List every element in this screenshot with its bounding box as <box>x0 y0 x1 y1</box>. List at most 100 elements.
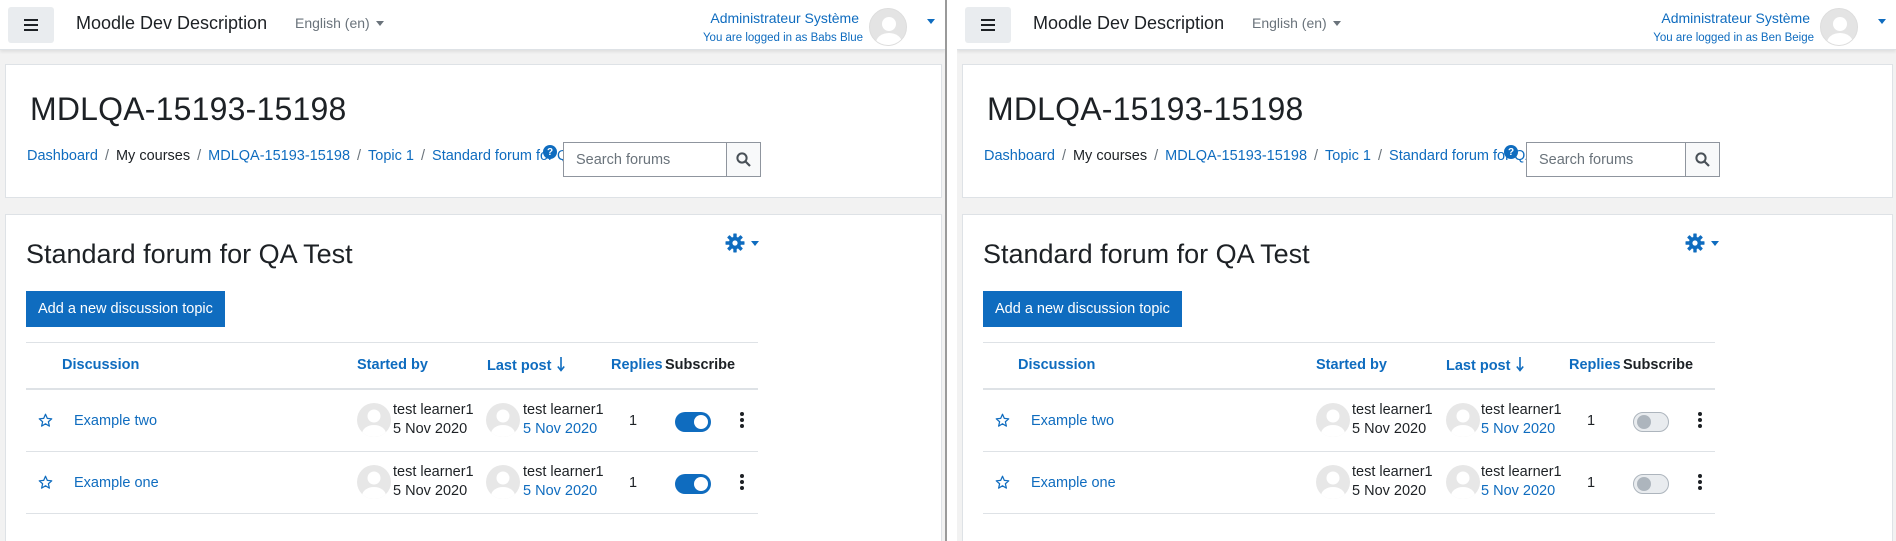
language-label: English (en) <box>295 15 370 31</box>
search-button[interactable] <box>726 142 761 177</box>
replies-count[interactable]: 1 <box>629 413 637 429</box>
breadcrumb-item[interactable]: Topic 1 <box>368 148 414 164</box>
breadcrumb: Dashboard / My courses / MDLQA-15193-15198 / T… <box>27 148 607 164</box>
breadcrumb-item[interactable]: MDLQA-15193-15198 <box>208 148 350 164</box>
chevron-down-icon <box>1878 19 1886 24</box>
subscribe-toggle[interactable] <box>1633 412 1669 432</box>
last-post-name: test learner1 <box>1481 464 1562 480</box>
avatar <box>1446 403 1480 437</box>
more-actions-icon[interactable] <box>1697 474 1703 492</box>
column-header-started-by[interactable]: Started by <box>1316 357 1387 373</box>
column-header-last-post[interactable]: Last post <box>1446 357 1525 374</box>
add-discussion-button[interactable]: Add a new discussion topic <box>26 291 225 327</box>
page-title: MDLQA-15193-15198 <box>30 91 347 127</box>
toggle-knob <box>1637 415 1651 429</box>
replies-count[interactable]: 1 <box>1587 413 1595 429</box>
add-discussion-button[interactable]: Add a new discussion topic <box>983 291 1182 327</box>
user-menu[interactable]: Administrateur Système You are logged in… <box>1626 5 1886 46</box>
page-header: MDLQA-15193-15198 Dashboard / My courses / M… <box>5 64 942 198</box>
search-button[interactable] <box>1685 142 1720 177</box>
subscribe-toggle[interactable] <box>1633 474 1669 494</box>
subscribe-toggle[interactable] <box>675 412 711 432</box>
column-header-replies[interactable]: Replies <box>611 357 663 373</box>
help-icon[interactable]: ? <box>1504 145 1518 159</box>
site-name[interactable]: Moodle Dev Description <box>76 13 267 34</box>
avatar <box>486 403 520 437</box>
more-actions-icon[interactable] <box>739 474 745 492</box>
breadcrumb-separator: / <box>357 148 362 164</box>
more-actions-icon[interactable] <box>739 412 745 430</box>
breadcrumb-item[interactable]: Dashboard <box>984 148 1055 164</box>
forum-actions-menu[interactable] <box>725 233 759 253</box>
discussion-link[interactable]: Example two <box>74 413 157 429</box>
logged-in-as-text: You are logged in as Ben Beige <box>1653 32 1814 44</box>
toggle-knob <box>694 415 708 429</box>
user-silhouette-icon <box>1827 17 1853 45</box>
started-by-date: 5 Nov 2020 <box>1352 483 1427 499</box>
forum-title: Standard forum for QA Test <box>26 239 353 269</box>
user-silhouette-icon <box>1451 409 1475 437</box>
star-icon[interactable] <box>38 413 53 433</box>
language-label: English (en) <box>1252 15 1327 31</box>
site-name[interactable]: Moodle Dev Description <box>1033 13 1224 34</box>
breadcrumb-separator: / <box>1378 148 1383 164</box>
search-input[interactable] <box>563 142 726 177</box>
user-silhouette-icon <box>491 409 515 437</box>
menu-toggle-button[interactable] <box>8 7 54 43</box>
table-row: Example one test learner1 5 Nov 2020 test l… <box>26 453 758 514</box>
forum-content: Standard forum for QA Test Add a new dis… <box>962 214 1893 541</box>
column-header-last-post[interactable]: Last post <box>487 357 566 374</box>
pane-divider <box>945 0 957 541</box>
user-name: Administrateur Système <box>710 10 859 26</box>
logged-in-as-text: You are logged in as Babs Blue <box>702 32 863 44</box>
star-icon[interactable] <box>995 475 1010 495</box>
forum-title: Standard forum for QA Test <box>983 239 1310 269</box>
last-post-date-link[interactable]: 5 Nov 2020 <box>523 483 597 499</box>
last-post-date-link[interactable]: 5 Nov 2020 <box>523 421 597 437</box>
forum-content: Standard forum for QA Test Add a new dis… <box>5 214 942 541</box>
started-by-name: test learner1 <box>393 402 474 418</box>
avatar <box>357 403 391 437</box>
last-post-label: Last post <box>1446 358 1511 374</box>
last-post-date-link[interactable]: 5 Nov 2020 <box>1481 483 1555 499</box>
subscribe-toggle[interactable] <box>675 474 711 494</box>
user-menu[interactable]: Administrateur Système You are logged in… <box>675 5 935 46</box>
last-post-date-link[interactable]: 5 Nov 2020 <box>1481 421 1555 437</box>
discussion-link[interactable]: Example two <box>1031 413 1114 429</box>
started-by-name: test learner1 <box>1352 402 1433 418</box>
column-header-discussion[interactable]: Discussion <box>1018 357 1095 373</box>
breadcrumb-separator: / <box>1314 148 1319 164</box>
star-icon[interactable] <box>995 413 1010 433</box>
forum-actions-menu[interactable] <box>1685 233 1719 253</box>
breadcrumb-item[interactable]: Topic 1 <box>1325 148 1371 164</box>
breadcrumb-item[interactable]: Dashboard <box>27 148 98 164</box>
hamburger-icon <box>24 19 38 31</box>
replies-count[interactable]: 1 <box>629 475 637 491</box>
breadcrumb-item[interactable]: MDLQA-15193-15198 <box>1165 148 1307 164</box>
discussion-link[interactable]: Example one <box>74 475 159 491</box>
user-silhouette-icon <box>362 409 386 437</box>
user-avatar <box>869 8 907 46</box>
star-icon[interactable] <box>38 475 53 495</box>
menu-toggle-button[interactable] <box>965 7 1011 43</box>
replies-count[interactable]: 1 <box>1587 475 1595 491</box>
language-menu[interactable]: English (en) <box>295 15 384 31</box>
last-post-label: Last post <box>487 358 552 374</box>
started-by-date: 5 Nov 2020 <box>393 483 468 499</box>
breadcrumb-separator: / <box>1154 148 1159 164</box>
column-header-subscribe: Subscribe <box>665 357 736 373</box>
forum-search <box>1526 142 1720 177</box>
more-actions-icon[interactable] <box>1697 412 1703 430</box>
chevron-down-icon <box>751 240 759 246</box>
discussion-link[interactable]: Example one <box>1031 475 1116 491</box>
language-menu[interactable]: English (en) <box>1252 15 1341 31</box>
column-header-started-by[interactable]: Started by <box>357 357 428 373</box>
started-by-date: 5 Nov 2020 <box>393 421 468 437</box>
navbar: Moodle Dev Description English (en) Admi… <box>957 0 1896 50</box>
help-icon[interactable]: ? <box>543 145 557 159</box>
column-header-replies[interactable]: Replies <box>1569 357 1621 373</box>
navbar: Moodle Dev Description English (en) Admi… <box>0 0 945 50</box>
search-input[interactable] <box>1526 142 1685 177</box>
column-header-discussion[interactable]: Discussion <box>62 357 139 373</box>
right-browser-pane: Moodle Dev Description English (en) Admi… <box>957 0 1896 541</box>
